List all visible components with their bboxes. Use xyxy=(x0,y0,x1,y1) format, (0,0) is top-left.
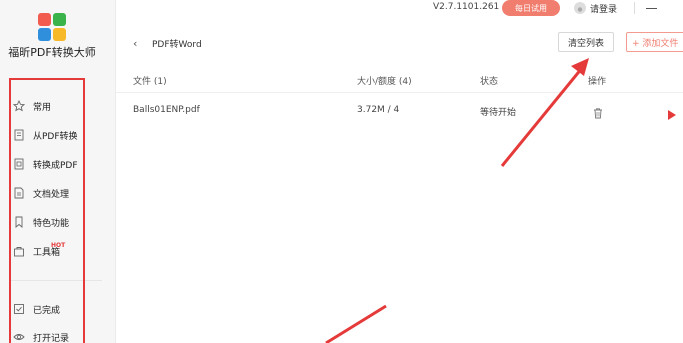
add-file-button[interactable]: + 添加文件 xyxy=(626,32,683,52)
column-header-action: 操作 xyxy=(588,77,607,87)
topbar-divider xyxy=(634,2,635,14)
app-logo-icon xyxy=(38,13,67,42)
sidebar: 福昕PDF转换大师 常用 从PDF转换 转换成PDF 文档处理 特色功能 工具箱 xyxy=(0,0,116,343)
annotation-arrow-head xyxy=(668,110,676,120)
version-label: V2.7.1101.261 xyxy=(433,2,500,12)
back-chevron-icon[interactable]: ‹ xyxy=(133,37,137,50)
highlight-box xyxy=(9,78,85,343)
clear-list-button[interactable]: 清空列表 xyxy=(558,32,614,52)
file-name-cell: Balls01ENP.pdf xyxy=(133,105,200,115)
column-header-size: 大小/额度 (4) xyxy=(357,77,412,87)
user-avatar-icon[interactable] xyxy=(574,2,586,14)
column-header-status: 状态 xyxy=(480,77,499,87)
page-title: PDF转Word xyxy=(152,40,202,50)
daily-trial-button[interactable]: 每日试用 xyxy=(502,0,560,16)
file-size-cell: 3.72M / 4 xyxy=(357,105,400,115)
annotation-arrow-tip xyxy=(571,58,589,76)
login-link[interactable]: 请登录 xyxy=(590,2,617,15)
annotation-arrow-line-2 xyxy=(325,304,387,343)
file-status-cell: 等待开始 xyxy=(480,108,517,118)
app-name: 福昕PDF转换大师 xyxy=(8,46,96,59)
column-header-file: 文件 (1) xyxy=(133,77,167,87)
trash-icon[interactable] xyxy=(592,104,604,123)
table-header-divider xyxy=(116,92,683,93)
minimize-icon[interactable] xyxy=(646,8,657,9)
